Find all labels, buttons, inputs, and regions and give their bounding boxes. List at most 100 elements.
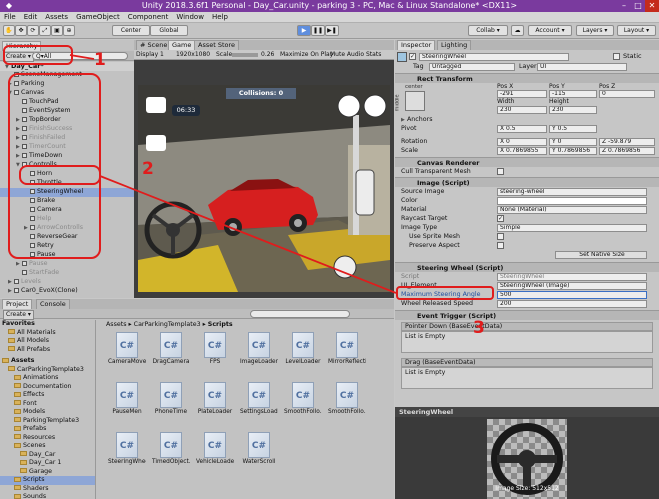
menu-item-edit[interactable]: Edit [20, 12, 42, 23]
asset-item[interactable]: C# CameraMove [108, 332, 146, 378]
released-speed-field[interactable]: 200 [497, 300, 647, 308]
project-tree-item[interactable]: Assets [0, 357, 95, 366]
pivot-x-field[interactable]: X 0.5 [497, 125, 547, 133]
move-tool-button[interactable]: ✥ [15, 25, 27, 36]
hand-tool-button[interactable]: ✋ [3, 25, 15, 36]
asset-item[interactable]: C# PlateLoader [196, 382, 234, 428]
project-tree-item[interactable]: Scripts [0, 476, 95, 485]
asset-item[interactable]: C# FPS [196, 332, 234, 378]
tab-inspector[interactable]: Inspector [397, 40, 436, 50]
rotation-y-field[interactable]: Y 0 [549, 138, 597, 146]
project-tree-item[interactable]: Sounds [0, 493, 95, 499]
scale-tool-button[interactable]: ⤢ [39, 25, 51, 36]
display-dropdown[interactable]: Display 1 [136, 50, 164, 60]
project-tree-item[interactable]: Models [0, 408, 95, 417]
hierarchy-item[interactable]: ▶ Pause [0, 260, 134, 269]
tab-console[interactable]: Console [36, 299, 70, 309]
project-tree-item[interactable]: ParkingTemplate3 [0, 417, 95, 426]
image-type-dropdown[interactable]: Simple [497, 224, 647, 232]
cloud-icon[interactable]: ☁ [511, 25, 524, 36]
material-field[interactable]: None (Material) [497, 206, 647, 214]
layers-dropdown[interactable]: Layers ▾ [576, 25, 614, 36]
asset-item[interactable]: C# DragCamera [152, 332, 190, 378]
tab-lighting[interactable]: Lighting [437, 40, 472, 50]
account-dropdown[interactable]: Account ▾ [528, 25, 572, 36]
object-name-field[interactable]: SteeringWheel [419, 53, 569, 61]
tab-project[interactable]: Project [2, 299, 33, 309]
project-tree-item[interactable]: Day_Car 1 [0, 459, 95, 468]
hierarchy-item[interactable]: ▶ Car0_EvoX(Clone) [0, 287, 134, 296]
tab-asset-store[interactable]: Asset Store [194, 40, 240, 50]
width-field[interactable]: 230 [497, 106, 547, 114]
project-create-button[interactable]: Create ▾ [3, 310, 34, 320]
project-search-input[interactable] [250, 310, 350, 318]
menu-item-file[interactable]: File [0, 12, 20, 23]
asset-item[interactable]: C# SmoothFollo… [328, 382, 366, 428]
collab-button[interactable]: Collab ▾ [468, 25, 508, 36]
pivot-y-field[interactable]: Y 0.5 [549, 125, 597, 133]
pivot-center-toggle[interactable]: Center [112, 25, 150, 36]
anchor-preset-button[interactable] [405, 91, 425, 111]
rotation-z-field[interactable]: Z -59.879 [599, 138, 655, 146]
step-button[interactable]: ▶❚ [325, 25, 339, 36]
resolution-dropdown[interactable]: 1920x1080 [176, 50, 210, 60]
rect-transform-header[interactable]: Rect Transform [395, 73, 659, 83]
raycast-checkbox[interactable]: ✓ [497, 215, 504, 222]
cull-checkbox[interactable] [497, 168, 504, 175]
rect-tool-button[interactable]: ▣ [51, 25, 63, 36]
asset-item[interactable]: C#SettingsLoad… [240, 382, 278, 428]
preserve-aspect-checkbox[interactable] [497, 242, 504, 249]
project-tree-item[interactable]: All Models [0, 337, 95, 346]
asset-item[interactable]: C# LevelLoader [284, 332, 322, 378]
height-field[interactable]: 230 [549, 106, 597, 114]
layout-dropdown[interactable]: Layout ▾ [617, 25, 656, 36]
color-swatch[interactable] [497, 197, 647, 205]
close-button[interactable]: ✕ [645, 0, 659, 12]
project-tree-item[interactable]: Animations [0, 374, 95, 383]
hierarchy-item[interactable]: StartFade [0, 269, 134, 278]
scale-y-field[interactable]: Y 0.7869856 [549, 147, 597, 155]
project-tree-item[interactable]: CarParkingTemplate3 [0, 366, 95, 375]
breadcrumb-item-assets[interactable]: Assets [106, 321, 127, 328]
play-button[interactable]: ▶ [297, 25, 311, 36]
project-tree-item[interactable]: Resources [0, 434, 95, 443]
pause-button[interactable]: ❚❚ [311, 25, 325, 36]
project-tree-item[interactable]: All Materials [0, 329, 95, 338]
ui-element-field[interactable]: SteeringWheel (Image) [497, 282, 647, 290]
rotation-x-field[interactable]: X 0 [497, 138, 547, 146]
project-tree-item[interactable]: Favorites [0, 320, 95, 329]
project-tree-item[interactable]: Prefabs [0, 425, 95, 434]
pos-y-field[interactable]: -115 [549, 90, 597, 98]
scale-x-field[interactable]: X 0.7869855 [497, 147, 547, 155]
game-viewport[interactable]: Collisions: 0 06:33 [138, 85, 390, 292]
use-sprite-mesh-checkbox[interactable] [497, 233, 504, 240]
rotate-tool-button[interactable]: ⟳ [27, 25, 39, 36]
event-trigger-header[interactable]: Event Trigger (Script) [395, 310, 659, 320]
steering-wheel-script-header[interactable]: Steering Wheel (Script) [395, 262, 659, 272]
asset-item[interactable]: C#SteeringWheel [108, 432, 146, 478]
pos-z-field[interactable]: 0 [599, 90, 655, 98]
pivot-global-toggle[interactable]: Global [150, 25, 188, 36]
asset-item[interactable]: C#TimedObject… [152, 432, 190, 478]
menu-item-help[interactable]: Help [208, 12, 232, 23]
project-tree-item[interactable]: Garage [0, 468, 95, 477]
breadcrumb-item-carparking[interactable]: CarParkingTemplate3 [134, 321, 201, 328]
image-script-header[interactable]: Image (Script) [395, 177, 659, 187]
project-tree-item[interactable]: Day_Car [0, 451, 95, 460]
static-checkbox[interactable] [613, 53, 620, 60]
breadcrumb-item-scripts[interactable]: Scripts [208, 321, 233, 328]
tab-game[interactable]: Game [168, 40, 196, 50]
anchors-foldout[interactable]: ▶ Anchors [395, 115, 659, 124]
tag-dropdown[interactable]: Untagged [429, 63, 515, 71]
project-tree-item[interactable]: Scenes [0, 442, 95, 451]
asset-item[interactable]: C# PauseMen [108, 382, 146, 428]
max-steering-angle-field[interactable]: 500 [497, 291, 647, 299]
hierarchy-item[interactable]: ▶ Levels [0, 278, 134, 287]
minimize-button[interactable]: – [617, 0, 631, 12]
project-tree-item[interactable]: All Prefabs [0, 346, 95, 355]
project-tree-item[interactable]: Shaders [0, 485, 95, 494]
menu-item-window[interactable]: Window [172, 12, 208, 23]
maximize-on-play-toggle[interactable]: Maximize On Play [280, 50, 333, 60]
scale-z-field[interactable]: Z 0.7869856 [599, 147, 655, 155]
asset-item[interactable]: C#MirrorReflecti… [328, 332, 366, 378]
